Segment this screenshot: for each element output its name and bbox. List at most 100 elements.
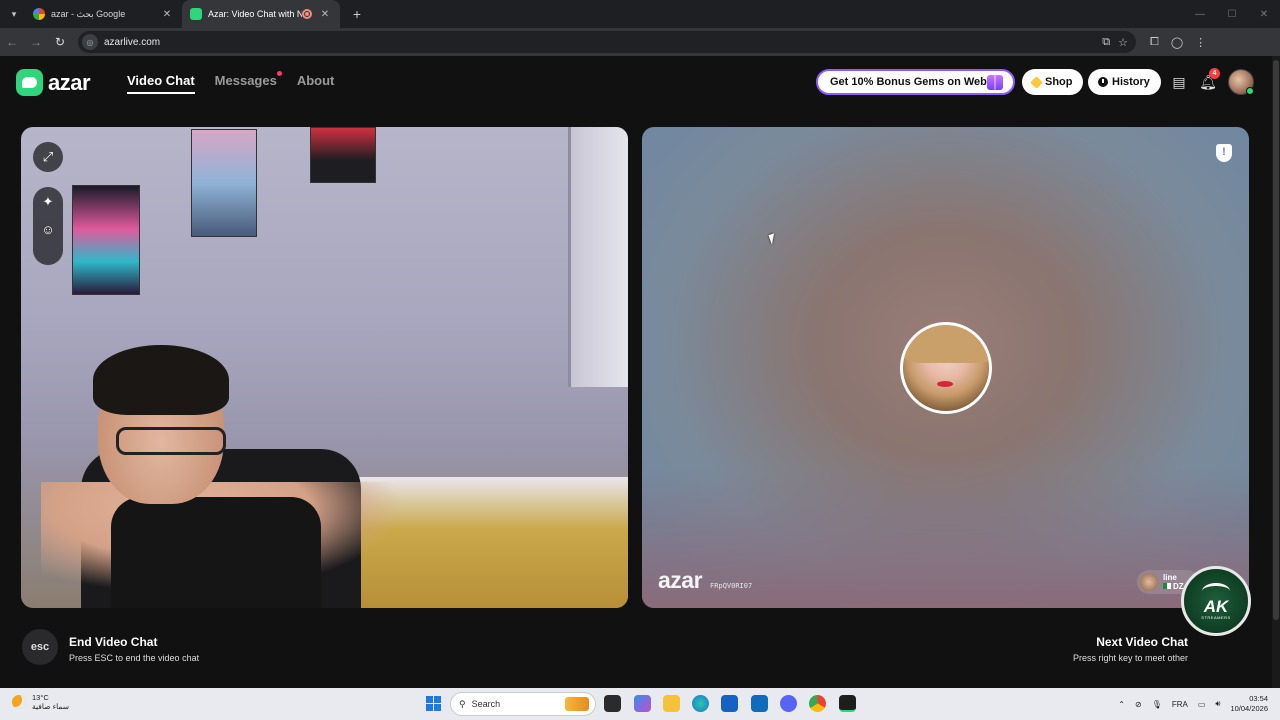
maximize-icon[interactable]: ☐ xyxy=(1216,9,1248,20)
azar-watermark: azar FRpQV0RI07 xyxy=(658,567,752,594)
nav-video-chat[interactable]: Video Chat xyxy=(127,73,195,94)
nav-messages-label: Messages xyxy=(214,73,277,88)
badge-text: AK xyxy=(1203,596,1229,616)
browser-tab-bar: ▾ azar - بحث Google ✕ Azar: Video Chat w… xyxy=(0,0,1280,28)
profile-icon[interactable]: ◯ xyxy=(1171,36,1183,49)
next-chat-title: Next Video Chat xyxy=(1096,635,1188,649)
address-bar[interactable]: ◎ azarlive.com ⧉ ☆ xyxy=(78,31,1136,53)
azar-logo-icon xyxy=(16,69,43,96)
tab-title: azar - بحث Google xyxy=(51,8,126,19)
end-chat-hint[interactable]: End Video Chat Press ESC to end the vide… xyxy=(69,635,199,663)
taskbar-search[interactable]: ⚲ Search xyxy=(450,692,596,716)
tray-overflow-icon[interactable]: ⌃ xyxy=(1118,700,1125,709)
window-controls: — ☐ ✕ xyxy=(1184,9,1280,20)
bonus-gems-promo-button[interactable]: Get 10% Bonus Gems on Web! xyxy=(816,69,1015,95)
notification-badge: 4 xyxy=(1209,68,1220,79)
expand-icon[interactable]: ⤢ xyxy=(41,150,55,164)
azar-logo[interactable]: azar xyxy=(16,69,91,96)
volume-icon[interactable]: 🔊︎ xyxy=(1215,699,1220,709)
next-chat-hint[interactable]: Next Video Chat Press right key to meet … xyxy=(1048,635,1188,663)
store-icon[interactable]: ▤ xyxy=(1170,74,1188,90)
browser-toolbar: ← → ↻ ◎ azarlive.com ⧉ ☆ ⧠ ◯ ⋮ xyxy=(0,28,1280,56)
display-icon[interactable]: ▭ xyxy=(1198,700,1206,709)
person-hair xyxy=(93,345,229,415)
weather-widget[interactable]: 13°C سماء صافية xyxy=(12,693,69,711)
expand-tool: ⤢ xyxy=(33,142,63,172)
magic-wand-icon[interactable]: ✦ xyxy=(41,195,55,209)
unread-dot xyxy=(276,71,282,76)
next-chat-subtitle: Press right key to meet other xyxy=(1072,653,1188,663)
search-label: Search xyxy=(471,699,501,709)
nav-messages[interactable]: Messages xyxy=(214,71,282,94)
streamer-logo-overlay: AK STREAMERS xyxy=(1181,566,1251,636)
history-button[interactable]: History xyxy=(1088,69,1161,95)
end-chat-subtitle: Press ESC to end the video chat xyxy=(69,653,200,663)
microphone-icon[interactable]: 🎙︎ xyxy=(1152,700,1162,709)
mouse-cursor xyxy=(768,233,778,245)
wall-poster xyxy=(72,185,140,295)
file-explorer-icon[interactable] xyxy=(663,695,680,712)
reload-icon[interactable]: ↻ xyxy=(48,35,72,49)
chrome-icon[interactable] xyxy=(809,695,826,712)
recording-icon xyxy=(302,9,312,19)
shop-label: Shop xyxy=(1045,76,1073,88)
watermark-id: FRpQV0RI07 xyxy=(710,582,753,590)
logo-text: azar xyxy=(48,69,91,95)
site-info-icon[interactable]: ◎ xyxy=(82,34,98,50)
nav-about[interactable]: About xyxy=(297,73,335,94)
new-tab-button[interactable]: + xyxy=(346,6,368,22)
end-chat-title: End Video Chat xyxy=(69,635,158,649)
edge-browser-icon[interactable] xyxy=(692,695,709,712)
browser-tab-azar[interactable]: Azar: Video Chat with New ✕ xyxy=(182,0,340,28)
language-indicator[interactable]: FRA xyxy=(1172,700,1188,709)
extensions-icon[interactable]: ⧠ xyxy=(1150,36,1159,49)
install-app-icon[interactable]: ⧉ xyxy=(1102,36,1110,49)
shop-button[interactable]: Shop xyxy=(1022,69,1083,95)
outlook-icon[interactable] xyxy=(751,695,768,712)
online-status-dot xyxy=(1246,87,1254,95)
app-header: azar Video Chat Messages About Get 10% B… xyxy=(0,56,1280,108)
task-view-icon[interactable] xyxy=(604,695,621,712)
clock-icon xyxy=(1098,77,1108,87)
badge-subtext: STREAMERS xyxy=(1201,614,1231,620)
face-filter-icon[interactable]: ☺ xyxy=(41,223,55,237)
close-tab-icon[interactable]: ✕ xyxy=(318,9,332,20)
taskbar-clock[interactable]: 03:54 10/04/2026 xyxy=(1230,694,1268,714)
close-window-icon[interactable]: ✕ xyxy=(1248,9,1280,20)
gem-icon xyxy=(1030,75,1043,89)
menu-icon[interactable]: ⋮ xyxy=(1195,36,1206,49)
esc-key-button[interactable]: esc xyxy=(22,629,58,665)
widgets-app-icon[interactable] xyxy=(634,695,651,712)
windows-start-icon[interactable] xyxy=(426,696,441,711)
windows-taskbar: 13°C سماء صافية ⚲ Search ⌃ ⊘ 🎙︎ FRA ▭ 🔊︎… xyxy=(0,688,1280,720)
main-nav: Video Chat Messages About xyxy=(127,71,335,94)
history-label: History xyxy=(1112,76,1150,88)
tab-search-button[interactable]: ▾ xyxy=(3,3,25,25)
algeria-flag-icon xyxy=(1163,583,1171,589)
partner-avatar xyxy=(1140,573,1158,591)
person-glasses xyxy=(116,427,226,455)
page-scrollbar[interactable] xyxy=(1272,56,1280,688)
wall-poster xyxy=(191,129,257,237)
back-icon[interactable]: ← xyxy=(0,35,24,49)
network-icon[interactable]: ⊘ xyxy=(1135,700,1142,709)
url-text[interactable]: azarlive.com xyxy=(104,37,160,48)
browser-tab-google[interactable]: azar - بحث Google ✕ xyxy=(25,0,182,28)
report-icon[interactable]: ! xyxy=(1216,144,1232,162)
promo-label: Get 10% Bonus Gems on Web! xyxy=(830,76,991,88)
local-video: ⤢ ✦ ☺ xyxy=(21,127,628,608)
close-tab-icon[interactable]: ✕ xyxy=(160,9,174,20)
forward-icon[interactable]: → xyxy=(24,35,48,49)
bookmark-star-icon[interactable]: ☆ xyxy=(1118,36,1128,49)
azar-app: azar Video Chat Messages About Get 10% B… xyxy=(0,56,1280,688)
tab-title: Azar: Video Chat with New xyxy=(208,9,302,19)
discord-icon[interactable] xyxy=(780,695,797,712)
temperature: 13°C xyxy=(32,693,49,702)
partner-profile-photo xyxy=(900,322,992,414)
store-app-icon[interactable] xyxy=(721,695,738,712)
watermark-logo: azar xyxy=(658,567,703,593)
partner-name: line xyxy=(1163,573,1177,582)
room-window xyxy=(568,127,628,387)
minimize-icon[interactable]: — xyxy=(1184,9,1216,20)
azar-app-icon[interactable] xyxy=(839,695,856,712)
